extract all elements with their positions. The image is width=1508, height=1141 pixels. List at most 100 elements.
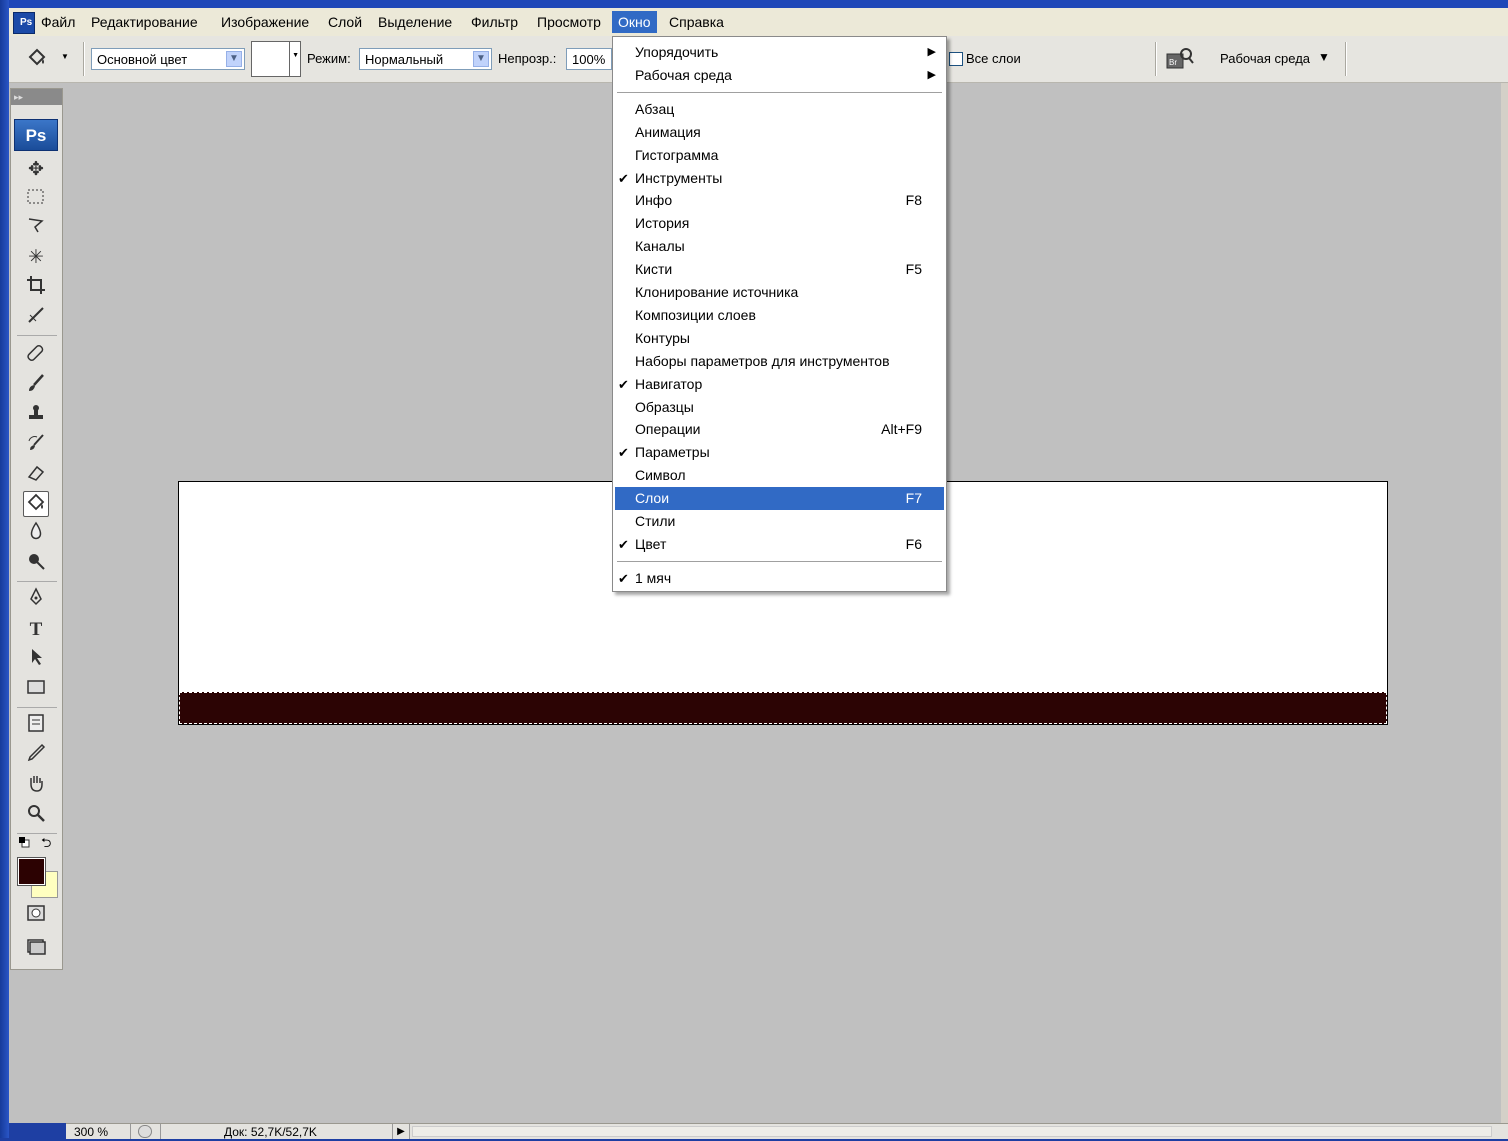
default-colors-icon[interactable] — [18, 836, 30, 848]
notes-tool-icon[interactable] — [23, 713, 49, 739]
window-menu-item[interactable]: Кисти F5 — [615, 258, 944, 281]
menu-separator — [617, 91, 942, 93]
toolbox-separator — [17, 335, 57, 336]
window-menu-item-label: История — [635, 215, 690, 232]
blend-mode-value: Нормальный — [365, 52, 444, 67]
window-menu-item[interactable]: Образцы — [615, 396, 944, 419]
toolbox-separator — [17, 707, 57, 708]
window-menu-item[interactable]: Анимация — [615, 121, 944, 144]
all-layers-checkbox[interactable] — [949, 52, 963, 66]
window-menu-item[interactable]: ✔ Цвет F6 — [615, 533, 944, 556]
hand-tool-icon[interactable] — [23, 773, 49, 799]
horizontal-scrollbar[interactable] — [412, 1126, 1492, 1137]
window-menu-item[interactable]: Слои F7 — [615, 487, 944, 511]
window-menu-item[interactable]: Инфо F8 — [615, 189, 944, 212]
menu-filter[interactable]: Фильтр — [465, 11, 524, 33]
preset-chevron-down-icon[interactable]: ▼ — [61, 52, 69, 61]
window-menu-item-label: Клонирование источника — [635, 284, 799, 300]
menu-select[interactable]: Выделение — [372, 11, 458, 33]
foreground-color-swatch[interactable] — [17, 857, 46, 886]
bridge-icon[interactable]: Br — [1165, 46, 1195, 72]
path-selection-tool-icon[interactable] — [23, 647, 49, 673]
rectangle-tool-icon[interactable] — [23, 677, 49, 703]
menu-help[interactable]: Справка — [663, 11, 730, 33]
window-menu-item[interactable]: Упорядочить ▶ — [615, 41, 944, 64]
window-menu-item-label: Слои — [635, 490, 670, 507]
pen-tool-icon[interactable] — [23, 587, 49, 613]
dodge-tool-icon[interactable] — [23, 551, 49, 577]
window-menu-item-label: Абзац — [635, 100, 675, 117]
options-separator — [1155, 42, 1157, 76]
type-tool-icon[interactable]: T — [23, 617, 49, 643]
window-menu-item[interactable]: Клонирование источника — [615, 281, 944, 304]
window-menu-item-label: Упорядочить — [635, 44, 719, 60]
window-menu-item[interactable]: Наборы параметров для инструментов — [615, 350, 944, 373]
window-menu-item-label: Гистограмма — [635, 146, 719, 163]
submenu-arrow-icon: ▶ — [927, 68, 936, 81]
eyedropper-tool-icon[interactable] — [23, 743, 49, 769]
window-menu-item[interactable]: Операции Alt+F9 — [615, 418, 944, 441]
window-menu-item[interactable]: Символ — [615, 464, 944, 487]
chevron-down-icon: ▼ — [292, 52, 299, 59]
opacity-input[interactable]: 100% — [566, 48, 612, 70]
window-menu-item-label: Композиции слоев — [635, 306, 756, 323]
magic-wand-tool-icon[interactable]: ✳ — [23, 245, 49, 271]
document-size-info: Док: 52,7K/52,7K — [224, 1125, 317, 1139]
paint-bucket-tool-icon[interactable] — [23, 491, 49, 517]
healing-brush-tool-icon[interactable] — [23, 343, 49, 369]
move-tool-icon[interactable]: ✥ — [23, 157, 49, 183]
photoshop-app-icon[interactable]: Ps — [13, 12, 35, 34]
menu-file[interactable]: Файл — [35, 11, 81, 33]
slice-tool-icon[interactable] — [23, 305, 49, 331]
window-menu-item[interactable]: Композиции слоев — [615, 304, 944, 327]
paint-bucket-preset-icon[interactable] — [23, 46, 51, 72]
eraser-tool-icon[interactable] — [23, 463, 49, 489]
menu-view[interactable]: Просмотр — [531, 11, 607, 33]
marquee-tool-icon[interactable] — [23, 187, 49, 213]
chevron-down-icon: ▼ — [473, 51, 489, 67]
blur-tool-icon[interactable] — [23, 521, 49, 547]
window-menu-item[interactable]: ✔ 1 мяч — [615, 567, 944, 590]
window-menu-item[interactable]: ✔ Параметры — [615, 441, 944, 464]
menu-window[interactable]: Окно — [612, 11, 657, 33]
blend-mode-select[interactable]: Нормальный ▼ — [359, 48, 492, 70]
menu-layer[interactable]: Слой — [322, 11, 368, 33]
menu-edit[interactable]: Редактирование — [85, 11, 204, 33]
window-menu-item[interactable]: Каналы — [615, 235, 944, 258]
zoom-level[interactable]: 300 % — [74, 1124, 108, 1139]
window-menu-item[interactable]: Гистограмма — [615, 144, 944, 167]
menu-image[interactable]: Изображение — [215, 11, 315, 33]
fill-source-select[interactable]: Основной цвет ▼ — [91, 48, 245, 70]
checkmark-icon: ✔ — [618, 170, 629, 186]
status-menu-arrow-icon[interactable]: ▶ — [392, 1124, 410, 1139]
toolbox-collapse-grip[interactable]: ▸▸ — [11, 89, 62, 105]
history-brush-tool-icon[interactable] — [23, 433, 49, 459]
right-scroll-edge[interactable] — [1501, 83, 1508, 1123]
status-bar: 300 % Док: 52,7K/52,7K ▶ — [66, 1123, 1508, 1139]
crop-tool-icon[interactable] — [23, 275, 49, 301]
screen-mode-icon[interactable] — [23, 937, 49, 963]
checkmark-icon: ✔ — [618, 536, 629, 552]
window-menu-item[interactable]: ✔ Навигатор — [615, 373, 944, 396]
window-menu-item[interactable]: Контуры — [615, 327, 944, 350]
brush-tool-icon[interactable] — [23, 373, 49, 399]
workspace-chevron-down-icon[interactable]: ▼ — [1318, 50, 1330, 64]
fill-source-value: Основной цвет — [97, 52, 188, 67]
quick-mask-icon[interactable] — [23, 903, 49, 929]
swap-colors-icon[interactable]: ⮌ — [41, 834, 51, 856]
window-menu-item-label: Символ — [635, 467, 686, 484]
window-menu-item[interactable]: Стили — [615, 510, 944, 533]
ps-logo[interactable]: Ps — [14, 119, 58, 151]
zoom-tool-icon[interactable] — [23, 803, 49, 829]
window-menu-item[interactable]: Рабочая среда ▶ — [615, 64, 944, 87]
window-menu-item-label: Рабочая среда — [635, 66, 732, 83]
proof-info-icon[interactable] — [138, 1125, 152, 1138]
pattern-picker[interactable]: ▼ — [251, 41, 301, 77]
window-menu-item[interactable]: История — [615, 212, 944, 235]
chevron-down-icon: ▼ — [226, 51, 242, 67]
clone-stamp-tool-icon[interactable] — [23, 403, 49, 429]
workspace-label[interactable]: Рабочая среда — [1220, 48, 1310, 70]
window-menu-item[interactable]: ✔ Инструменты — [615, 167, 944, 190]
lasso-tool-icon[interactable] — [23, 215, 49, 241]
window-menu-item[interactable]: Абзац — [615, 98, 944, 121]
